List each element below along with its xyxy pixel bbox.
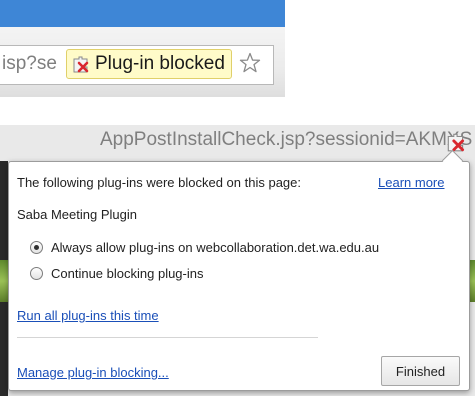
blocked-plugin-name: Saba Meeting Plugin (17, 207, 137, 222)
plugin-blocked-bubble: The following plug-ins were blocked on t… (8, 149, 470, 391)
plugin-blocked-label: Plug-in blocked (95, 53, 225, 74)
plugin-blocked-icon[interactable] (445, 131, 467, 153)
continue-blocking-label: Continue blocking plug-ins (51, 265, 204, 281)
continue-blocking-radio[interactable] (30, 266, 43, 280)
bookmark-star-icon[interactable] (238, 51, 262, 75)
always-allow-radio[interactable] (30, 240, 43, 254)
finished-button[interactable]: Finished (381, 356, 460, 386)
address-bar-snippet: isp?se Plug-in blocked (0, 0, 285, 97)
option-continue-blocking[interactable]: Continue blocking plug-ins (30, 264, 203, 282)
url-fragment[interactable]: isp?se (2, 53, 57, 75)
plugin-bubble-snippet: AppPostInstallCheck.jsp?sessionid=AKMXS … (0, 125, 475, 396)
plugin-blocked-icon (71, 54, 91, 74)
always-allow-label: Always allow plug-ins on webcollaboratio… (51, 239, 380, 255)
bubble-title: The following plug-ins were blocked on t… (17, 175, 302, 190)
page-url[interactable]: AppPostInstallCheck.jsp?sessionid=AKMXS (100, 129, 472, 151)
manage-plugin-blocking-link[interactable]: Manage plug-in blocking... (17, 365, 169, 380)
option-always-allow[interactable]: Always allow plug-ins on webcollaboratio… (30, 238, 379, 256)
divider (17, 337, 318, 338)
window-top-strip (0, 0, 285, 27)
run-all-plugins-link[interactable]: Run all plug-ins this time (17, 308, 159, 323)
plugin-blocked-chip[interactable]: Plug-in blocked (66, 49, 232, 79)
learn-more-link[interactable]: Learn more (378, 175, 444, 190)
